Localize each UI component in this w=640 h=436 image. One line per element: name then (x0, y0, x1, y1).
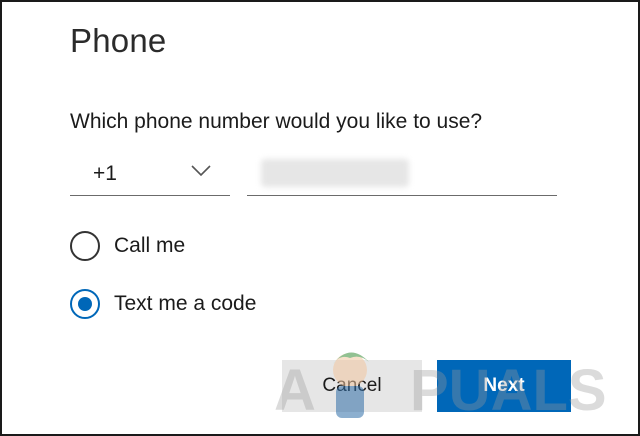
chevron-down-icon (191, 165, 211, 177)
phone-number-input[interactable] (247, 152, 557, 196)
text-me-label: Text me a code (114, 292, 257, 315)
option-call-me[interactable]: Call me (70, 231, 185, 261)
cancel-button[interactable]: Cancel (282, 360, 422, 412)
redacted-phone-number (261, 159, 409, 187)
radio-selected-dot (78, 297, 92, 311)
next-button[interactable]: Next (437, 360, 571, 412)
phone-verification-dialog: Phone Which phone number would you like … (0, 0, 640, 436)
text-me-radio[interactable] (70, 289, 100, 319)
country-code-value: +1 (93, 161, 117, 185)
call-me-label: Call me (114, 234, 186, 257)
call-me-radio[interactable] (70, 231, 100, 261)
phone-question: Which phone number would you like to use… (70, 110, 483, 133)
country-code-select[interactable]: +1 (70, 152, 230, 196)
option-text-me[interactable]: Text me a code (70, 289, 256, 319)
dialog-title: Phone (70, 22, 167, 59)
